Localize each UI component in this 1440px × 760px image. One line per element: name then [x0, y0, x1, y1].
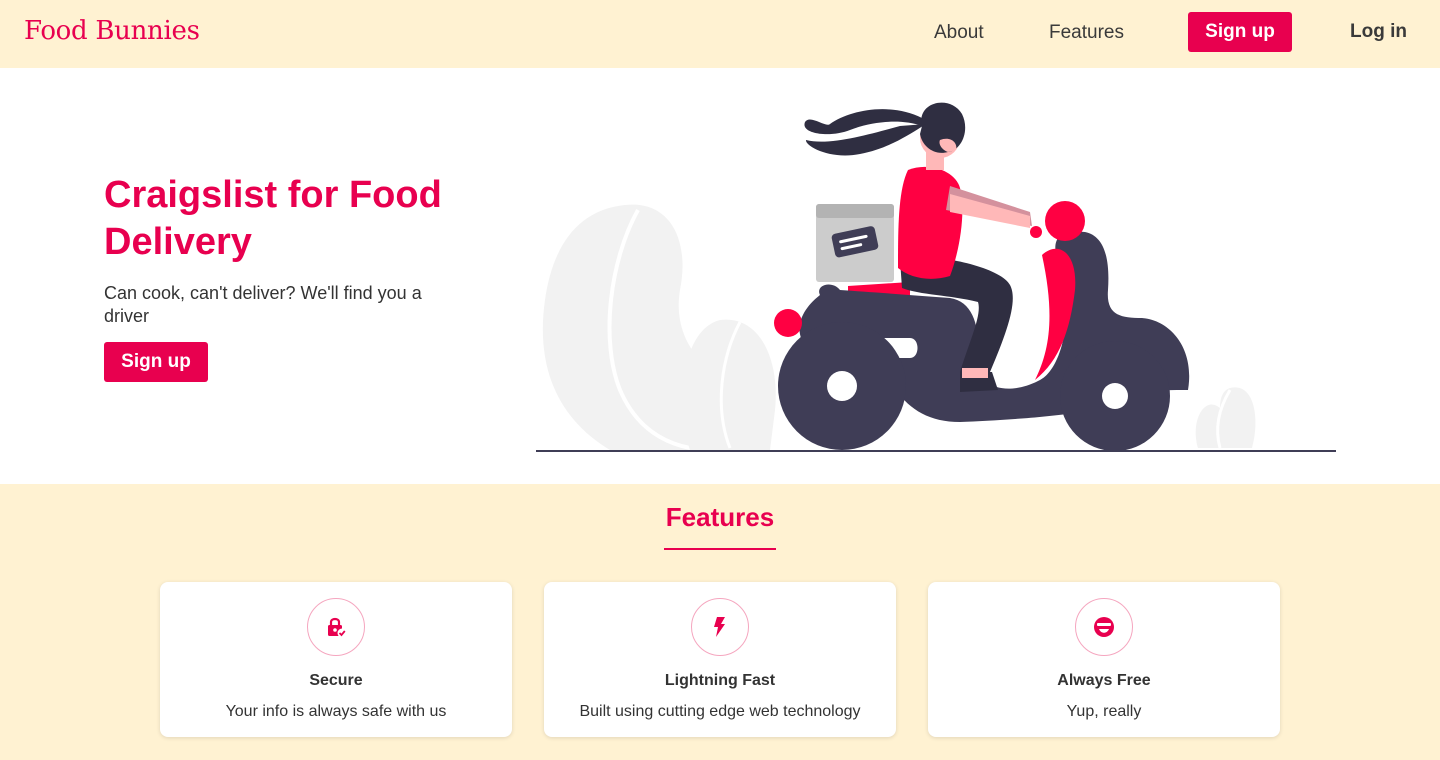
hero-signup-button[interactable]: Sign up — [104, 342, 208, 382]
feature-title: Lightning Fast — [664, 672, 776, 689]
features-title-underline — [664, 548, 776, 550]
hero-title: Craigslist for Food Delivery — [104, 174, 442, 263]
features-title: Features — [665, 502, 775, 532]
features-section: Features Secure Your info is always safe… — [0, 484, 1440, 760]
navbar: Food Bunnies About Features Sign up Log … — [0, 0, 1440, 68]
nav-signup-button[interactable]: Sign up — [1188, 12, 1292, 52]
feature-description: Yup, really — [1066, 703, 1142, 720]
scooter-delivery-illustration — [536, 102, 1336, 452]
smile-icon — [1075, 598, 1133, 656]
lock-check-icon — [307, 598, 365, 656]
feature-card-lightning-fast: Lightning Fast Built using cutting edge … — [544, 582, 896, 737]
feature-card-secure: Secure Your info is always safe with us — [160, 582, 512, 737]
feature-card-always-free: Always Free Yup, really — [928, 582, 1280, 737]
hero-subtitle: Can cook, can't deliver? We'll find you … — [104, 283, 422, 326]
nav-login-link[interactable]: Log in — [1350, 21, 1407, 43]
nav-link-about[interactable]: About — [934, 22, 984, 44]
lightning-icon — [691, 598, 749, 656]
feature-title: Secure — [309, 672, 363, 689]
feature-title: Always Free — [1057, 672, 1151, 689]
feature-description: Built using cutting edge web technology — [579, 703, 861, 720]
feature-description: Your info is always safe with us — [225, 703, 447, 720]
nav-link-features[interactable]: Features — [1049, 22, 1124, 44]
logo[interactable]: Food Bunnies — [24, 16, 200, 46]
